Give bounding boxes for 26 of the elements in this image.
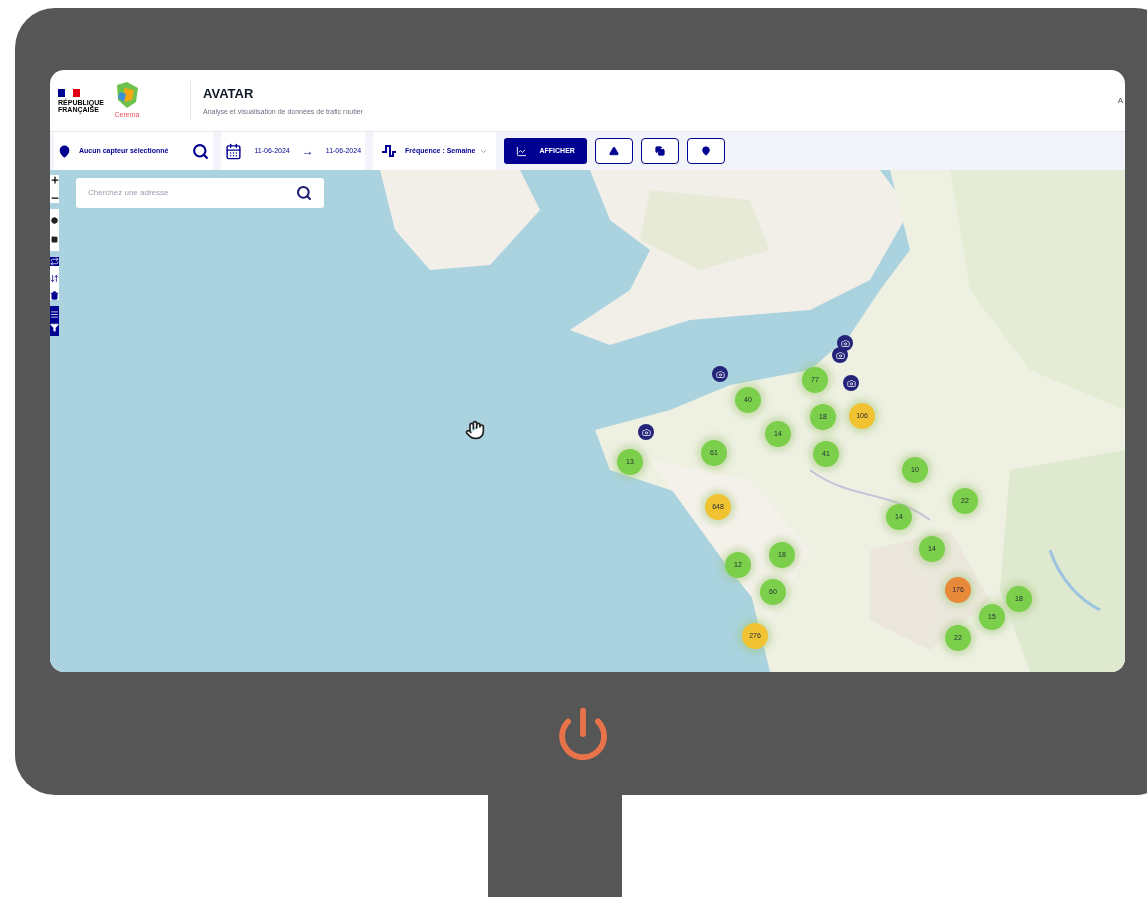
- triangle-icon: [608, 146, 619, 156]
- pin-icon: [58, 144, 71, 158]
- triangle-button[interactable]: [594, 138, 633, 164]
- calendar-icon[interactable]: [225, 142, 243, 160]
- address-input[interactable]: Cherchez une adresse: [88, 187, 296, 199]
- app-title: AVATAR: [203, 84, 255, 103]
- circle-tool-icon[interactable]: [51, 217, 58, 224]
- filter-icon[interactable]: [50, 323, 59, 332]
- wave-icon: [381, 144, 398, 158]
- date-arrow: →: [301, 143, 314, 160]
- chart-icon: [516, 145, 528, 157]
- address-search-field[interactable]: Cherchez une adresse: [76, 178, 324, 208]
- list-icon[interactable]: [50, 310, 59, 319]
- square-tool-icon[interactable]: [51, 236, 58, 243]
- zoom-in-button[interactable]: [50, 175, 59, 185]
- delete-icon[interactable]: [50, 291, 59, 300]
- copy-icon: [654, 146, 665, 156]
- pin-button[interactable]: [686, 138, 725, 164]
- pin-icon: [700, 146, 711, 156]
- edit-icon[interactable]: [50, 257, 59, 266]
- header-text: A: [1117, 94, 1124, 107]
- search-icon[interactable]: [192, 142, 210, 160]
- copy-button[interactable]: [640, 138, 679, 164]
- search-icon[interactable]: [296, 185, 312, 201]
- hand-cursor-icon: [465, 420, 485, 440]
- move-icon[interactable]: [50, 274, 59, 283]
